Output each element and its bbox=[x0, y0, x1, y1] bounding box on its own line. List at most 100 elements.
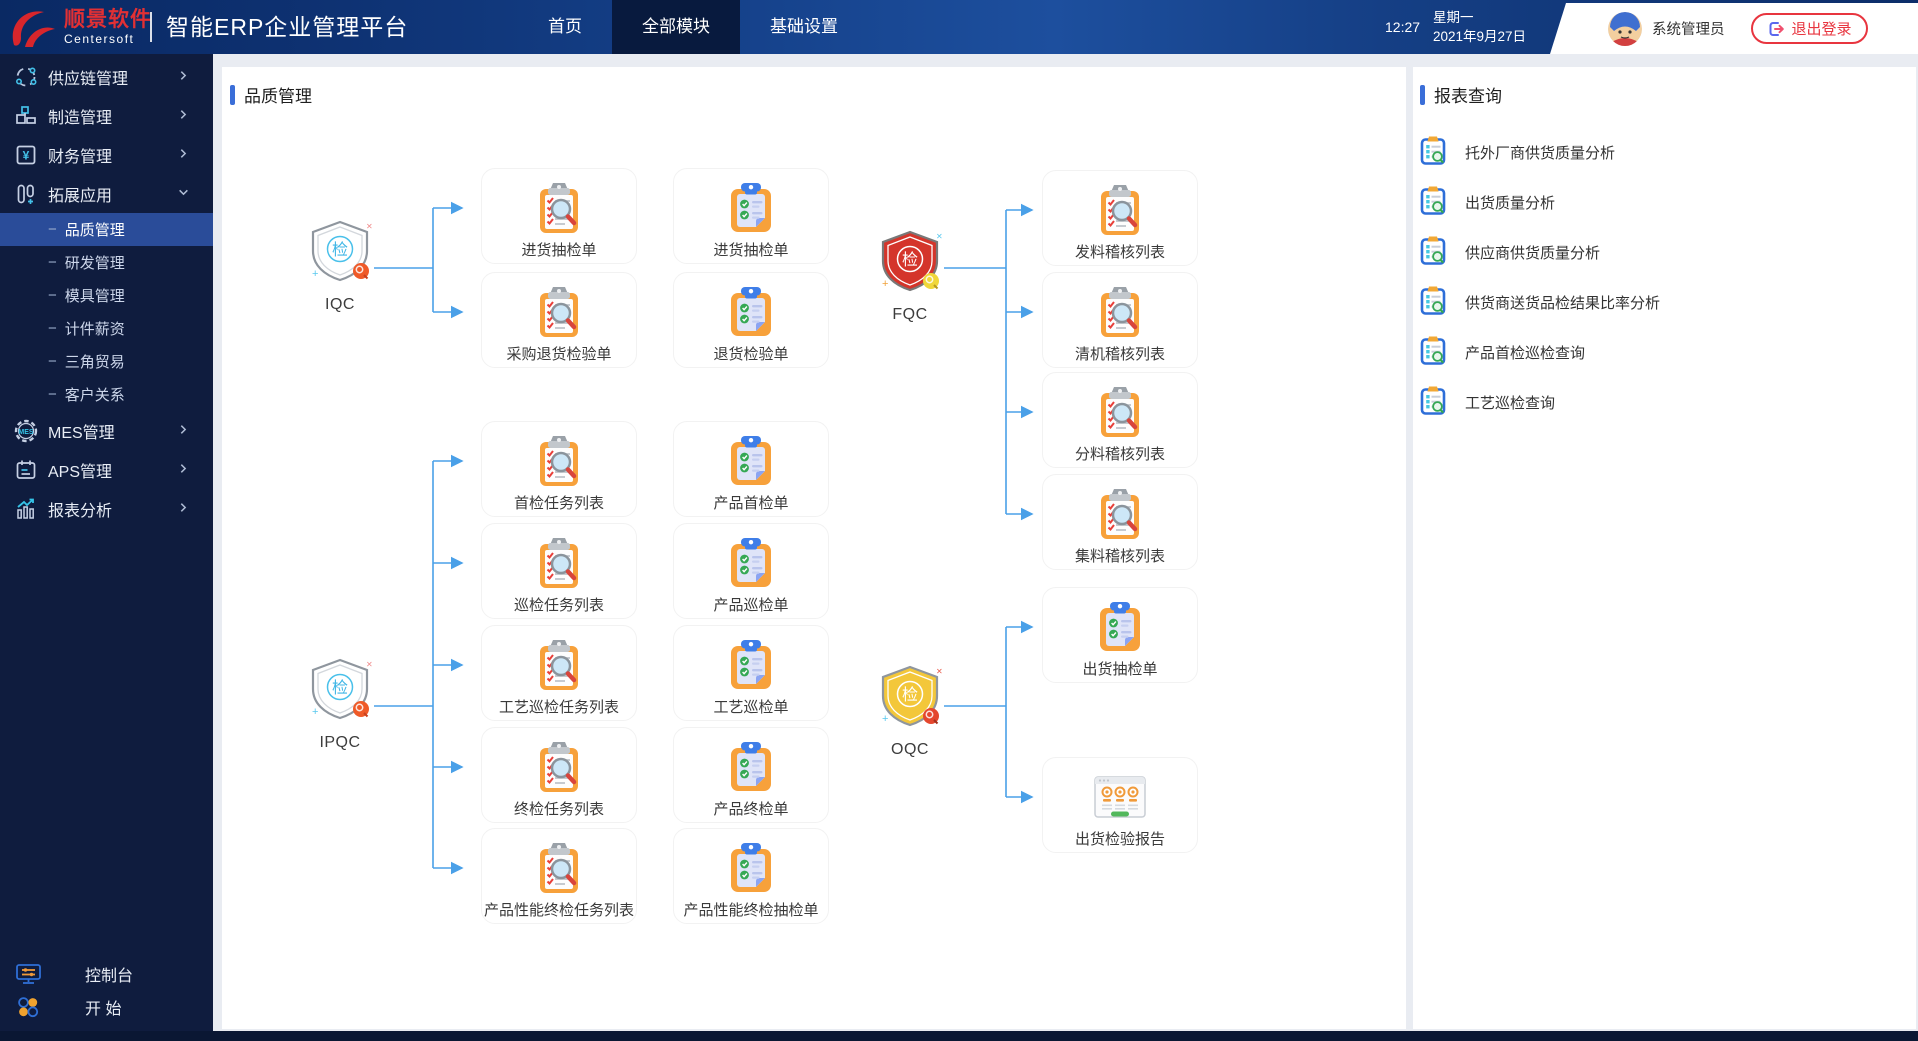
svg-text:MES: MES bbox=[18, 429, 34, 436]
sidebar-item-manufacturing[interactable]: 制造管理 bbox=[0, 96, 213, 135]
form-clipboard-icon bbox=[723, 534, 779, 592]
sidebar-subitem[interactable]: − 计件薪资 bbox=[0, 312, 213, 345]
page-title-row: 品质管理 bbox=[230, 82, 312, 107]
svg-text:+: + bbox=[312, 706, 318, 718]
report-item[interactable]: 工艺巡检查询 bbox=[1420, 377, 1555, 427]
module-node[interactable]: 工艺巡检任务列表 bbox=[481, 625, 637, 721]
chevron-right-icon bbox=[178, 502, 189, 516]
svg-text:+: + bbox=[882, 713, 888, 725]
sidebar-footer-console[interactable]: 控制台 bbox=[0, 957, 213, 990]
module-node[interactable]: 产品终检单 bbox=[673, 727, 829, 823]
module-node[interactable]: 产品首检单 bbox=[673, 421, 829, 517]
module-node-label: 发料稽核列表 bbox=[1074, 244, 1165, 261]
inspect-clipboard-icon bbox=[531, 636, 587, 694]
sidebar-footer-start[interactable]: 开 始 bbox=[0, 990, 213, 1023]
oqc-shield-icon: 检 + ✕ bbox=[874, 665, 946, 732]
module-node-label: 产品终检单 bbox=[713, 801, 789, 818]
logo-icon bbox=[12, 11, 55, 47]
nav-tab-1[interactable]: 首页 bbox=[518, 0, 612, 54]
sidebar-item-label: 供应链管理 bbox=[48, 70, 129, 88]
weekday-label: 星期一 bbox=[1433, 10, 1474, 25]
subitem-label: 客户关系 bbox=[64, 387, 125, 404]
module-node-label: 首检任务列表 bbox=[513, 495, 604, 512]
sidebar-menu: 供应链管理 制造管理 ¥ 财务管理 拓展应用 − 品质管理 − 研发管理 − 模具管理 − 计… bbox=[0, 54, 213, 528]
svg-text:✕: ✕ bbox=[366, 222, 373, 231]
report-item[interactable]: 供应商供货质量分析 bbox=[1420, 227, 1600, 277]
module-node[interactable]: 出货抽检单 bbox=[1042, 587, 1198, 683]
logout-button[interactable]: 退出登录 bbox=[1750, 13, 1868, 44]
module-node[interactable]: 进货抽检单 bbox=[673, 168, 829, 264]
finance-icon: ¥ bbox=[13, 143, 39, 167]
nav-tab-2[interactable]: 全部模块 bbox=[612, 0, 740, 54]
sidebar-subitem[interactable]: − 研发管理 bbox=[0, 246, 213, 279]
logout-label: 退出登录 bbox=[1791, 21, 1852, 38]
module-node[interactable]: 进货抽检单 bbox=[481, 168, 637, 264]
module-node-label: 采购退货检验单 bbox=[506, 346, 612, 363]
module-node[interactable]: 产品巡检单 bbox=[673, 523, 829, 619]
reports-title: 报表查询 bbox=[1434, 87, 1502, 106]
report-item[interactable]: 产品首检巡检查询 bbox=[1420, 327, 1585, 377]
sidebar-subitem[interactable]: − 三角贸易 bbox=[0, 345, 213, 378]
module-node[interactable]: 产品性能终检任务列表 bbox=[481, 828, 637, 924]
report-clipboard-icon bbox=[1420, 235, 1446, 270]
report-item-label: 出货质量分析 bbox=[1465, 194, 1556, 212]
module-node[interactable]: 终检任务列表 bbox=[481, 727, 637, 823]
report-item[interactable]: 供货商送货品检结果比率分析 bbox=[1420, 277, 1660, 327]
sidebar-subitem[interactable]: − 品质管理 bbox=[0, 213, 213, 246]
module-node[interactable]: 发料稽核列表 bbox=[1042, 170, 1198, 266]
sidebar-item-label: 制造管理 bbox=[48, 109, 113, 127]
fqc-shield-icon: 检 + ✕ bbox=[874, 230, 946, 297]
report-item-label: 托外厂商供货质量分析 bbox=[1465, 144, 1616, 162]
module-node[interactable]: 退货检验单 bbox=[673, 272, 829, 368]
module-node-label: 工艺巡检任务列表 bbox=[498, 699, 619, 716]
aps-icon bbox=[13, 458, 39, 482]
chevron-right-icon bbox=[178, 148, 189, 162]
shield-label: OQC bbox=[891, 741, 929, 758]
subitem-dash: − bbox=[48, 320, 57, 337]
subitem-label: 品质管理 bbox=[64, 222, 125, 239]
sidebar-item-report-analysis[interactable]: 报表分析 bbox=[0, 489, 213, 528]
report-clipboard-icon bbox=[1092, 768, 1148, 826]
sidebar-item-aps[interactable]: APS管理 bbox=[0, 450, 213, 489]
shield-fqc: 检 + ✕ FQC bbox=[862, 229, 958, 324]
module-node[interactable]: 巡检任务列表 bbox=[481, 523, 637, 619]
sidebar-item-extend[interactable]: 拓展应用 bbox=[0, 174, 213, 213]
module-node[interactable]: 清机稽核列表 bbox=[1042, 272, 1198, 368]
module-node-label: 终检任务列表 bbox=[513, 801, 604, 818]
start-icon bbox=[13, 995, 43, 1019]
module-node-label: 巡检任务列表 bbox=[513, 597, 604, 614]
supply-chain-icon bbox=[13, 65, 39, 89]
svg-text:¥: ¥ bbox=[23, 148, 30, 162]
module-node[interactable]: 集料稽核列表 bbox=[1042, 474, 1198, 570]
subitem-dash: − bbox=[48, 386, 57, 403]
form-clipboard-icon bbox=[723, 738, 779, 796]
sidebar-item-finance[interactable]: ¥ 财务管理 bbox=[0, 135, 213, 174]
report-clipboard-icon bbox=[1420, 385, 1446, 420]
module-node[interactable]: 产品性能终检抽检单 bbox=[673, 828, 829, 924]
report-item[interactable]: 出货质量分析 bbox=[1420, 177, 1555, 227]
module-node[interactable]: 工艺巡检单 bbox=[673, 625, 829, 721]
report-item[interactable]: 托外厂商供货质量分析 bbox=[1420, 127, 1615, 177]
svg-text:检: 检 bbox=[902, 251, 918, 269]
shield-ipqc: 检 + ✕ IPQC bbox=[292, 657, 388, 752]
extend-icon bbox=[13, 182, 39, 206]
sidebar-item-supply-chain[interactable]: 供应链管理 bbox=[0, 57, 213, 96]
module-node-label: 产品性能终检抽检单 bbox=[683, 902, 819, 919]
chevron-right-icon bbox=[178, 70, 189, 84]
module-node[interactable]: 首检任务列表 bbox=[481, 421, 637, 517]
module-node-label: 清机稽核列表 bbox=[1074, 346, 1165, 363]
svg-text:检: 检 bbox=[332, 241, 348, 259]
sidebar-item-mes[interactable]: MES MES管理 bbox=[0, 411, 213, 450]
inspect-clipboard-icon bbox=[1092, 485, 1148, 543]
sidebar-subitem[interactable]: − 模具管理 bbox=[0, 279, 213, 312]
sidebar-subitem[interactable]: − 客户关系 bbox=[0, 378, 213, 411]
module-node[interactable]: 采购退货检验单 bbox=[481, 272, 637, 368]
svg-text:✕: ✕ bbox=[366, 660, 373, 669]
module-node[interactable]: 出货检验报告 bbox=[1042, 757, 1198, 853]
inspect-clipboard-icon bbox=[531, 738, 587, 796]
nav-tab-3[interactable]: 基础设置 bbox=[740, 0, 868, 54]
form-clipboard-icon bbox=[723, 432, 779, 490]
module-node-label: 出货检验报告 bbox=[1074, 831, 1165, 848]
module-node[interactable]: 分料稽核列表 bbox=[1042, 372, 1198, 468]
chevron-right-icon bbox=[178, 424, 189, 438]
